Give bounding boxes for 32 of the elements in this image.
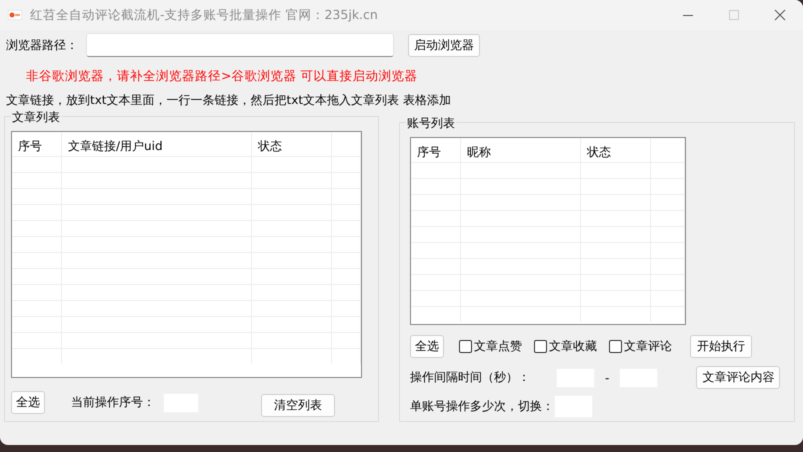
maximize-icon: [728, 9, 740, 21]
range-dash: -: [605, 370, 610, 384]
window-title: 红苕全自动评论截流机-支持多账号批量操作 官网：235jk.cn: [30, 6, 379, 24]
column-header[interactable]: 序号: [411, 138, 461, 162]
current-index-label: 当前操作序号：: [71, 394, 155, 411]
checkbox[interactable]: [459, 340, 472, 353]
column-header[interactable]: 昵称: [461, 138, 581, 162]
column-header[interactable]: 序号: [12, 132, 62, 156]
close-icon: [774, 9, 786, 21]
switch-count-label: 单账号操作多少次，切换：: [410, 398, 554, 415]
group-title: 账号列表: [406, 115, 456, 132]
select-all-button[interactable]: 全选: [410, 335, 444, 358]
column-header[interactable]: 状态: [581, 138, 651, 162]
clear-list-button[interactable]: 清空列表: [261, 394, 335, 417]
checkbox-label[interactable]: 文章收藏: [549, 338, 597, 355]
checkbox[interactable]: [534, 340, 547, 353]
checkbox-label[interactable]: 文章点赞: [474, 338, 522, 355]
checkbox[interactable]: [609, 340, 622, 353]
select-all-button[interactable]: 全选: [11, 391, 45, 414]
launch-browser-button[interactable]: 启动浏览器: [408, 34, 480, 56]
warning-text: 非谷歌浏览器，请补全浏览器路径>谷歌浏览器 可以直接启动浏览器: [25, 67, 418, 85]
interval-label: 操作间隔时间（秒）：: [410, 369, 531, 386]
browser-path-label: 浏览器路径：: [5, 36, 79, 54]
checkbox-label[interactable]: 文章评论: [624, 338, 672, 355]
instructions-text: 文章链接，放到txt文本里面，一行一条链接，然后把txt文本拖入文章列表 表格添加: [5, 92, 452, 109]
group-title: 文章列表: [11, 109, 61, 126]
comment-content-button[interactable]: 文章评论内容: [696, 366, 780, 389]
app-logo-icon: [8, 10, 22, 20]
start-button[interactable]: 开始执行: [690, 335, 752, 358]
browser-path-field[interactable]: [86, 33, 394, 57]
column-header[interactable]: 文章链接/用户uid: [62, 132, 252, 156]
column-header[interactable]: 状态: [252, 132, 332, 156]
